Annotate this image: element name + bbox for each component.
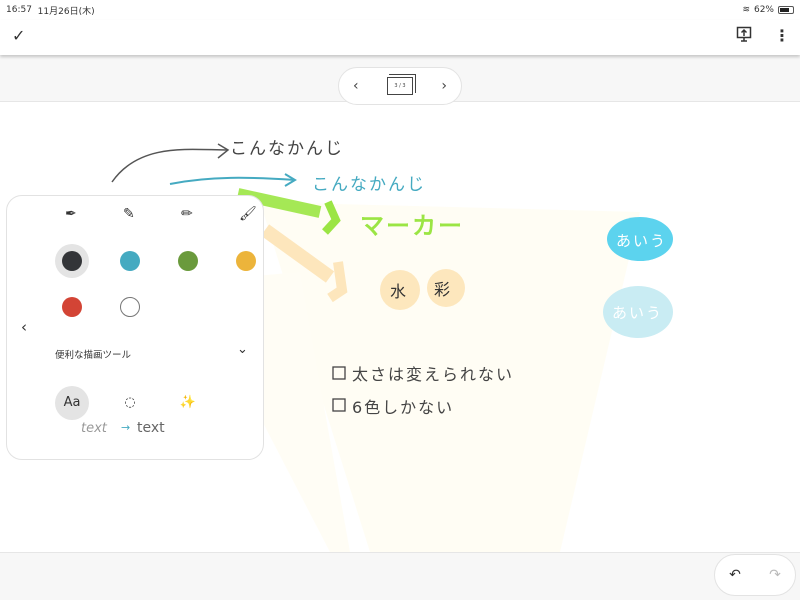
- text-tool-button[interactable]: Aa: [55, 386, 89, 420]
- marker-icon[interactable]: ✏: [181, 206, 193, 222]
- time: 16:57: [6, 5, 32, 15]
- more-vert-icon[interactable]: ⋮: [774, 26, 790, 45]
- next-page-button[interactable]: ›: [441, 78, 447, 94]
- page-number: 3 / 3: [394, 83, 406, 89]
- undo-redo-group: ↶ ↷: [714, 554, 796, 596]
- present-icon[interactable]: [736, 26, 752, 46]
- color-white[interactable]: [120, 297, 140, 317]
- bubble-text-2: あいう: [612, 304, 664, 322]
- bubble-text-1: あいう: [616, 232, 668, 250]
- color-yellow[interactable]: [236, 251, 256, 271]
- undo-icon[interactable]: ↶: [729, 567, 741, 583]
- bottom-bar: [0, 552, 800, 600]
- hint-handwritten: text: [81, 421, 107, 436]
- drawing-tools-panel: ✒ ✎ ✏ 🖌 ‹ 便利な描画ツール ⌄ Aa ◌ ✨ text → text: [6, 195, 264, 460]
- toolbar: ✓ ⋮: [0, 20, 800, 55]
- page-navigator: ‹ 3 / 3 ›: [338, 67, 462, 105]
- color-green[interactable]: [178, 251, 198, 271]
- magic-wand-icon[interactable]: ✨: [171, 386, 205, 420]
- checklist-item-2: 6色しかない: [352, 398, 455, 417]
- text-tool-label: Aa: [63, 395, 81, 410]
- checkmark-icon[interactable]: ✓: [12, 26, 25, 45]
- color-red[interactable]: [62, 297, 82, 317]
- brush-icon[interactable]: 🖌: [239, 206, 257, 222]
- date: 11月26日(木): [37, 6, 95, 17]
- hint-text: text: [137, 420, 165, 436]
- marker-text: マーカー: [360, 212, 464, 240]
- redo-icon[interactable]: ↷: [769, 567, 781, 583]
- watercolor-text-2: 彩: [434, 280, 453, 299]
- hint-arrow: →: [121, 421, 131, 434]
- prev-page-button[interactable]: ‹: [353, 78, 359, 94]
- checklist-item-1: 太さは変えられない: [352, 365, 515, 384]
- section-label: 便利な描画ツール: [55, 350, 132, 361]
- chevron-down-icon[interactable]: ⌄: [237, 342, 248, 357]
- color-black[interactable]: [62, 251, 82, 271]
- watercolor-text-1: 水: [390, 282, 409, 301]
- battery-percent: 62%: [753, 5, 774, 15]
- battery-icon: [778, 6, 794, 14]
- pen-icon[interactable]: ✒: [65, 206, 77, 222]
- wifi-icon: ≋: [742, 5, 750, 15]
- collapse-panel-icon[interactable]: ‹: [21, 318, 27, 336]
- status-bar: 16:57 11月26日(木) ≋ 62%: [0, 0, 800, 20]
- page-indicator[interactable]: 3 / 3: [387, 74, 416, 95]
- shape-tool-icon[interactable]: ◌: [113, 386, 147, 420]
- ink-text-gray: こんなかんじ: [230, 139, 344, 159]
- pencil-icon[interactable]: ✎: [123, 206, 135, 222]
- ink-text-blue: こんなかんじ: [312, 175, 426, 195]
- color-blue[interactable]: [120, 251, 140, 271]
